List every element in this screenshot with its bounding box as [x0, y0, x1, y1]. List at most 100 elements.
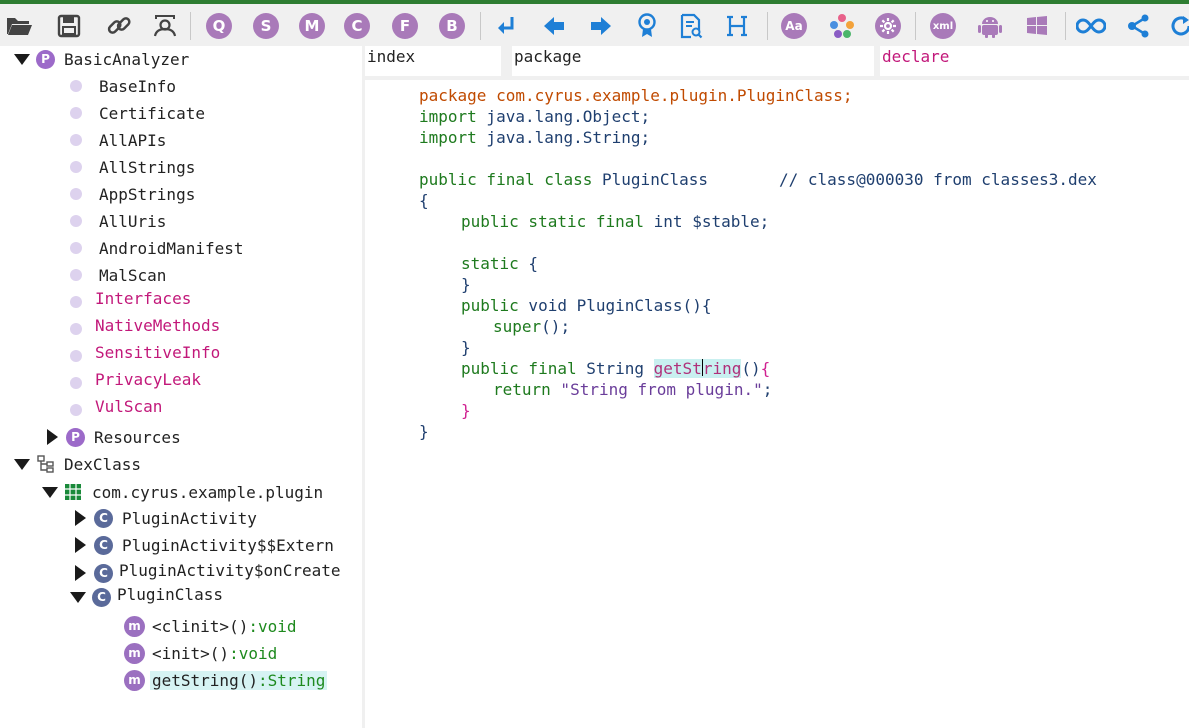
- tree-method-getstring[interactable]: m getString():String: [124, 669, 328, 691]
- selected-method: getString():String: [150, 670, 328, 690]
- leaf-dot-icon: [70, 215, 82, 227]
- code-line: public void PluginClass(){: [461, 296, 712, 315]
- badge-icon[interactable]: [632, 11, 662, 41]
- android-icon[interactable]: [975, 11, 1005, 41]
- s-icon[interactable]: S: [251, 11, 281, 41]
- user-account-icon[interactable]: [150, 11, 180, 41]
- tree-node-pluginclass[interactable]: C PluginClass: [70, 583, 223, 607]
- return-arrow-icon[interactable]: [492, 11, 522, 41]
- toolbar: Q S M C F B Aa xml: [0, 4, 1189, 46]
- leaf-dot-icon: [70, 161, 82, 173]
- package-icon: [64, 483, 82, 501]
- code-line: public static final int $stable;: [461, 212, 770, 231]
- column-header-index[interactable]: index: [365, 46, 501, 76]
- column-header-package[interactable]: package: [512, 46, 874, 76]
- refresh-icon[interactable]: [1166, 11, 1189, 41]
- tree-node-basic-analyzer[interactable]: P BasicAnalyzer: [14, 48, 189, 70]
- tree-item-privacyleak[interactable]: PrivacyLeak: [70, 368, 201, 390]
- leaf-dot-icon: [70, 323, 82, 335]
- tree-method-init[interactable]: m <init>():void: [124, 642, 277, 664]
- code-line: super();: [493, 317, 571, 336]
- collapse-toggle-icon[interactable]: [75, 537, 86, 553]
- link-icon[interactable]: [104, 11, 134, 41]
- m-icon[interactable]: M: [297, 11, 327, 41]
- header-h-icon[interactable]: [722, 11, 752, 41]
- tree-node-class[interactable]: C PluginActivity$onCreate: [75, 559, 341, 583]
- expand-toggle-icon[interactable]: [70, 591, 86, 603]
- document-search-icon[interactable]: [676, 11, 706, 41]
- tree-item-baseinfo[interactable]: BaseInfo: [70, 75, 176, 97]
- b-icon[interactable]: B: [437, 11, 467, 41]
- settings-gear-icon[interactable]: [873, 11, 903, 41]
- palette-icon[interactable]: [827, 11, 857, 41]
- tree-item-allstrings[interactable]: AllStrings: [70, 156, 195, 178]
- tree-node-resources[interactable]: P Resources: [47, 426, 181, 448]
- leaf-dot-icon: [70, 242, 82, 254]
- infinity-icon[interactable]: [1076, 11, 1106, 41]
- xml-icon[interactable]: xml: [928, 11, 958, 41]
- code-line: }: [419, 422, 429, 441]
- code-line: public final String getString(){: [461, 359, 771, 378]
- tree-item-certificate[interactable]: Certificate: [70, 102, 205, 124]
- method-icon: m: [124, 615, 145, 637]
- hierarchy-icon: [36, 454, 56, 474]
- tree-node-class[interactable]: C PluginActivity: [75, 507, 257, 529]
- expand-toggle-icon[interactable]: [42, 486, 58, 498]
- tree-item-allapis[interactable]: AllAPIs: [70, 129, 166, 151]
- code-line: public final class PluginClass// class@0…: [419, 170, 1097, 189]
- project-tree-panel: P BasicAnalyzer BaseInfo Certificate All…: [0, 46, 362, 728]
- c-icon[interactable]: C: [342, 11, 372, 41]
- font-aa-icon[interactable]: Aa: [779, 11, 809, 41]
- column-header-declare[interactable]: declare: [880, 46, 1189, 76]
- q-icon[interactable]: Q: [204, 11, 234, 41]
- highlighted-symbol[interactable]: getString: [653, 359, 742, 378]
- tree-item-appstrings[interactable]: AppStrings: [70, 183, 195, 205]
- info-table-header: index package declare: [365, 46, 1189, 76]
- collapse-toggle-icon[interactable]: [75, 510, 86, 526]
- tree-item-interfaces[interactable]: Interfaces: [70, 287, 191, 309]
- back-arrow-icon[interactable]: [539, 11, 569, 41]
- leaf-dot-icon: [70, 107, 82, 119]
- windows-icon[interactable]: [1022, 11, 1052, 41]
- collapse-toggle-icon[interactable]: [47, 429, 58, 445]
- forward-arrow-icon[interactable]: [586, 11, 616, 41]
- code-line: package com.cyrus.example.plugin.PluginC…: [419, 86, 853, 105]
- code-line: return "String from plugin.";: [493, 380, 773, 399]
- tree-item-alluris[interactable]: AllUris: [70, 210, 166, 232]
- leaf-dot-icon: [70, 350, 82, 362]
- method-icon: m: [124, 669, 145, 691]
- code-editor[interactable]: package com.cyrus.example.plugin.PluginC…: [365, 80, 1189, 728]
- method-icon: m: [124, 642, 145, 664]
- leaf-dot-icon: [70, 377, 82, 389]
- tree-method-clinit[interactable]: m <clinit>():void: [124, 615, 297, 637]
- tree-node-class[interactable]: C PluginActivity$$Extern: [75, 534, 334, 556]
- code-line: }: [461, 401, 471, 420]
- leaf-dot-icon: [70, 269, 82, 281]
- code-line: import java.lang.String;: [419, 128, 651, 147]
- tree-item-vulscan[interactable]: VulScan: [70, 395, 162, 417]
- class-icon: C: [92, 587, 111, 607]
- collapse-toggle-icon[interactable]: [75, 565, 86, 581]
- tree-node-package[interactable]: com.cyrus.example.plugin: [42, 481, 323, 503]
- tree-item-malscan[interactable]: MalScan: [70, 264, 166, 286]
- tree-item-sensitiveinfo[interactable]: SensitiveInfo: [70, 341, 220, 363]
- share-nodes-icon[interactable]: [1124, 11, 1154, 41]
- f-icon[interactable]: F: [390, 11, 420, 41]
- code-line: static {: [461, 254, 539, 273]
- leaf-dot-icon: [70, 134, 82, 146]
- leaf-dot-icon: [70, 404, 82, 416]
- leaf-dot-icon: [70, 188, 82, 200]
- expand-toggle-icon[interactable]: [14, 53, 30, 65]
- plugin-icon: P: [66, 427, 85, 447]
- save-icon[interactable]: [54, 11, 84, 41]
- tree-item-nativemethods[interactable]: NativeMethods: [70, 314, 220, 336]
- tree-node-dexclass[interactable]: DexClass: [14, 453, 141, 475]
- code-line: import java.lang.Object;: [419, 107, 651, 126]
- class-icon: C: [94, 535, 113, 555]
- class-icon: C: [94, 508, 113, 528]
- expand-toggle-icon[interactable]: [14, 458, 30, 470]
- open-folder-icon[interactable]: [4, 11, 34, 41]
- code-line: {: [419, 191, 429, 210]
- tree-item-androidmanifest[interactable]: AndroidManifest: [70, 237, 244, 259]
- class-icon: C: [94, 563, 113, 583]
